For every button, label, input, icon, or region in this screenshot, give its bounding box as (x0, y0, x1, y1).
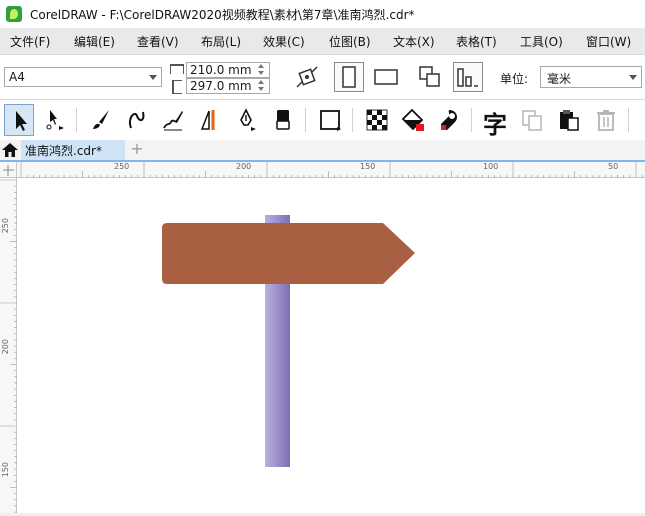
unit-select[interactable]: 毫米 (540, 66, 642, 88)
landscape-page-icon (374, 69, 398, 85)
multiple-pages-icon (419, 66, 440, 87)
page-height-value: 297.0 mm (190, 79, 252, 93)
perspective-tool[interactable] (195, 104, 225, 136)
add-tab-button[interactable]: + (128, 140, 146, 160)
interactive-fill-tool[interactable] (398, 104, 428, 136)
artwork (162, 215, 415, 467)
menu-tools[interactable]: 工具(O) (520, 33, 563, 50)
page-height-icon (172, 80, 182, 94)
copy-icon (522, 110, 542, 131)
menu-layout[interactable]: 布局(L) (201, 33, 241, 50)
text-tool-icon: 字 (483, 111, 507, 139)
menu-view[interactable]: 查看(V) (137, 33, 179, 50)
transparency-tool[interactable] (362, 104, 392, 136)
menu-bar: 文件(F) 编辑(E) 查看(V) 布局(L) 效果(C) 位图(B) 文本(X… (0, 28, 645, 55)
paste-icon (560, 110, 579, 131)
menu-table[interactable]: 表格(T) (456, 33, 497, 50)
pen-tool[interactable] (231, 104, 261, 136)
height-spinner[interactable] (256, 80, 268, 92)
page-height-input[interactable]: 297.0 mm (186, 78, 270, 94)
unit-label: 单位: (500, 72, 529, 86)
delete-icon (597, 110, 615, 131)
document-tab-bar: 准南鸿烈.cdr* + (0, 140, 645, 162)
fill-tool-icon (401, 108, 424, 131)
menu-effects[interactable]: 效果(C) (263, 33, 305, 50)
portrait-page-icon (342, 66, 356, 88)
rectangle-tool-icon (320, 110, 341, 131)
unit-value: 毫米 (547, 72, 572, 86)
menu-text[interactable]: 文本(X) (393, 33, 435, 50)
rectangle-tool[interactable] (315, 104, 345, 136)
pick-tool-icon (16, 111, 27, 131)
ruler-corner[interactable] (0, 162, 17, 178)
shape-tool-icon (46, 110, 64, 130)
chevron-down-icon (629, 75, 637, 80)
tab-document-label: 准南鸿烈.cdr* (25, 144, 102, 158)
tab-document[interactable]: 准南鸿烈.cdr* (21, 140, 125, 160)
artistic-media-tool[interactable] (86, 104, 116, 136)
all-pages-button[interactable] (415, 62, 445, 92)
layout-all-pages-button[interactable] (292, 62, 322, 92)
ruler-label-h3: 100 (483, 162, 499, 171)
ruler-label-v1: 200 (1, 339, 10, 355)
text-tool[interactable]: 字 (481, 104, 511, 139)
calligraphy-icon (163, 111, 183, 131)
color-eyedropper-tool[interactable] (434, 104, 464, 136)
page-width-icon (170, 64, 184, 74)
portrait-button[interactable] (334, 62, 364, 92)
page-size-select[interactable]: A4 (4, 67, 162, 87)
coreldraw-logo-icon (6, 6, 22, 22)
current-page-button[interactable] (453, 62, 483, 92)
menu-window[interactable]: 窗口(W) (586, 33, 631, 50)
perspective-icon (200, 110, 215, 130)
shape-tool[interactable] (40, 104, 70, 136)
current-page-icon (457, 68, 478, 87)
color-eyedropper-icon (441, 110, 457, 130)
pen-tool-icon (240, 108, 256, 131)
transparency-icon (366, 109, 388, 131)
ruler-label-h4: 50 (608, 162, 619, 171)
pick-tool[interactable] (4, 104, 34, 136)
artistic-media-icon (93, 110, 109, 129)
signpost-arrow-board[interactable] (162, 223, 415, 284)
home-icon[interactable] (2, 143, 18, 157)
freehand-tool[interactable] (122, 104, 152, 136)
ruler-label-h1: 200 (236, 162, 252, 171)
page-width-value: 210.0 mm (190, 63, 252, 77)
chevron-down-icon (149, 75, 157, 80)
landscape-button[interactable] (371, 62, 401, 92)
page-layout-icon (296, 66, 318, 88)
eraser-icon (276, 110, 290, 130)
vertical-ruler[interactable]: 250 200 150 (0, 178, 17, 513)
ruler-label-v0: 250 (1, 218, 10, 234)
paste-button[interactable] (554, 104, 584, 136)
toolbox: 字 (0, 100, 645, 141)
menu-file[interactable]: 文件(F) (10, 33, 50, 50)
menu-bitmaps[interactable]: 位图(B) (329, 33, 371, 50)
horizontal-ruler[interactable]: 250 200 150 100 50 (17, 162, 645, 178)
width-spinner[interactable] (256, 64, 268, 76)
window-title: CorelDRAW - F:\CorelDRAW2020视频教程\素材\第7章\… (30, 8, 415, 22)
ruler-origin-icon (3, 165, 14, 176)
ruler-label-h2: 150 (360, 162, 376, 171)
copy-button[interactable] (517, 104, 547, 136)
property-bar: A4 210.0 mm 297.0 mm 单位: 毫米 (0, 55, 645, 100)
menu-edit[interactable]: 编辑(E) (74, 33, 115, 50)
ruler-label-v2: 150 (1, 462, 10, 478)
freehand-icon (128, 111, 145, 129)
page-width-input[interactable]: 210.0 mm (186, 62, 270, 78)
title-bar: CorelDRAW - F:\CorelDRAW2020视频教程\素材\第7章\… (0, 0, 645, 28)
ruler-label-h0: 250 (114, 162, 130, 171)
page-size-value: A4 (9, 70, 25, 84)
delete-button[interactable] (591, 104, 621, 136)
calligraphy-tool[interactable] (158, 104, 188, 136)
eraser-tool[interactable] (268, 104, 298, 136)
drawing-canvas[interactable] (17, 178, 645, 513)
